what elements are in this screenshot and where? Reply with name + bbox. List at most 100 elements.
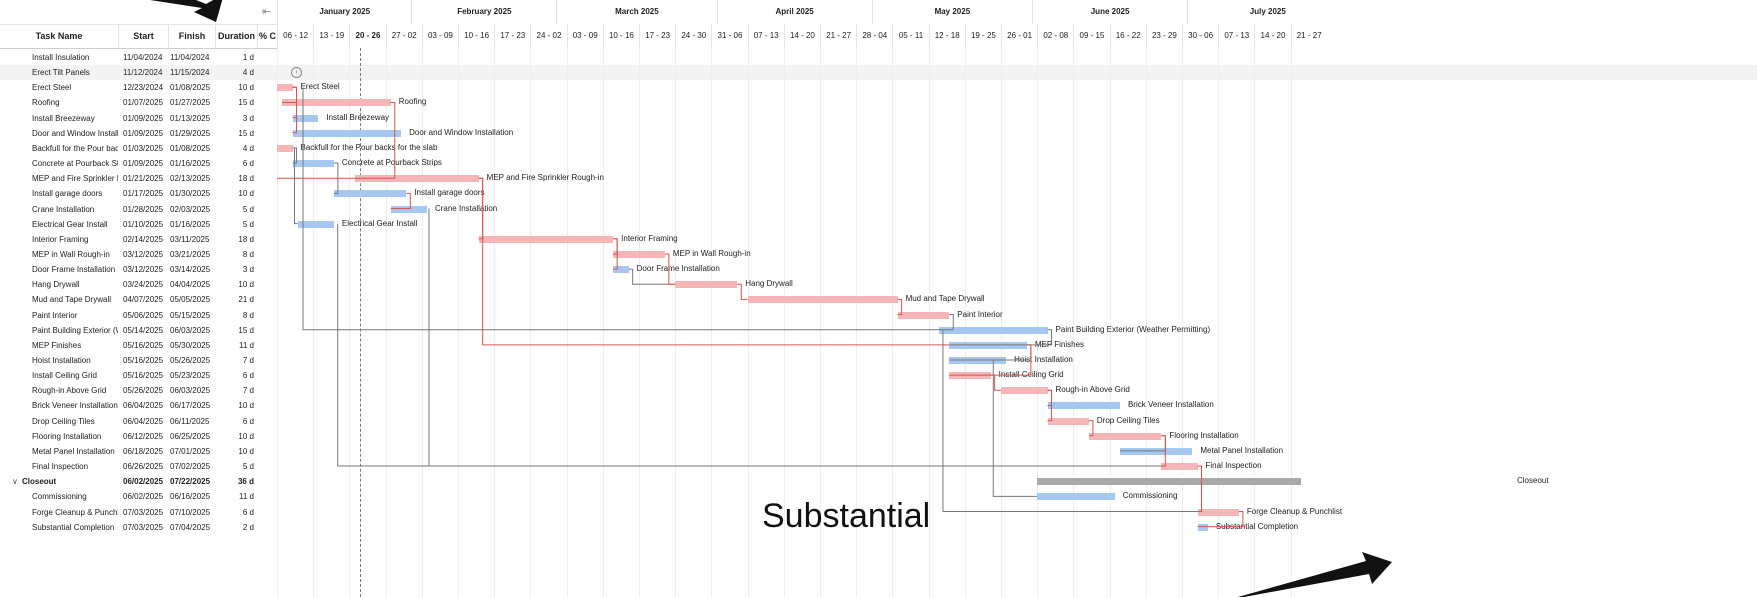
duration-cell: 8 d: [242, 310, 254, 320]
duration-cell: 18 d: [238, 174, 254, 184]
start-cell: 03/24/2025: [123, 280, 164, 290]
task-row[interactable]: MEP Finishes 05/16/2025 05/30/2025 11 d: [0, 338, 277, 353]
column-header-duration[interactable]: Duration: [215, 24, 257, 48]
finish-cell: 06/11/2025: [170, 416, 210, 426]
duration-cell: 6 d: [242, 507, 254, 517]
start-cell: 01/09/2025: [123, 159, 164, 169]
column-header-start[interactable]: Start: [118, 24, 168, 48]
task-name-cell: Interior Framing: [32, 234, 89, 244]
task-row[interactable]: Install Ceiling Grid 05/16/2025 05/23/2025…: [0, 368, 277, 383]
duration-cell: 15 d: [238, 325, 254, 335]
finish-cell: 01/29/2025: [170, 128, 211, 138]
task-row[interactable]: Metal Panel Installation 06/18/2025 07/01/…: [0, 444, 277, 459]
duration-cell: 36 d: [237, 477, 254, 487]
dependency-link: [1047, 389, 1053, 406]
dependency-link: [1088, 420, 1094, 437]
task-row[interactable]: Paint Interior 05/06/2025 05/15/2025 8 d: [0, 308, 277, 323]
task-row[interactable]: Brick Veneer Installation 06/04/2025 06/17…: [0, 398, 277, 413]
duration-cell: 10 d: [238, 189, 254, 199]
task-row[interactable]: Substantial Completion 07/03/2025 07/04/20…: [0, 520, 277, 535]
task-row[interactable]: Hoist Installation 05/16/2025 05/26/2025 7 …: [0, 353, 277, 368]
start-cell: 06/18/2025: [123, 446, 164, 456]
start-cell: 11/12/2024: [123, 68, 163, 78]
start-cell: 01/07/2025: [123, 98, 164, 108]
task-name-cell: Final Inspection: [32, 462, 89, 472]
task-row[interactable]: Forge Cleanup & Punchlis 07/03/2025 07/10/…: [0, 505, 277, 520]
start-cell: 03/12/2025: [123, 249, 164, 259]
start-cell: 05/14/2025: [123, 325, 164, 335]
finish-cell: 11/04/2024: [170, 53, 210, 62]
task-row[interactable]: Interior Framing 02/14/2025 03/11/2025 18 d: [0, 232, 277, 247]
task-name-cell: Flooring Installation: [32, 431, 102, 441]
finish-cell: 05/26/2025: [170, 356, 211, 365]
start-cell: 06/02/2025: [123, 492, 164, 502]
dependency-link: [942, 329, 1198, 512]
column-header-task-name[interactable]: Task Name: [0, 24, 118, 48]
dependency-link: [390, 192, 411, 209]
task-name-cell: Brick Veneer Installation: [32, 401, 118, 411]
dependency-link: [1197, 511, 1244, 528]
task-row[interactable]: Flooring Installation 06/12/2025 06/25/202…: [0, 429, 277, 444]
duration-cell: 4 d: [242, 143, 254, 153]
start-cell: 06/04/2025: [123, 416, 164, 426]
task-row[interactable]: Erect Tilt Panels 11/12/2024 11/15/2024 4 d: [0, 65, 277, 81]
task-row[interactable]: Backfull for the Pour back 01/03/2025 01/0…: [0, 141, 277, 156]
chevron-down-icon[interactable]: ∨: [12, 474, 18, 489]
task-name-cell: Substantial Completion: [32, 522, 115, 532]
duration-cell: 2 d: [242, 522, 254, 532]
task-row[interactable]: MEP in Wall Rough-in 03/12/2025 03/21/2025…: [0, 247, 277, 262]
duration-cell: 8 d: [242, 249, 254, 259]
task-row[interactable]: Commissioning 06/02/2025 06/16/2025 11 d: [0, 489, 277, 504]
group-row[interactable]: ∨ Closeout 06/02/2025 07/22/2025 36 d: [0, 474, 277, 489]
start-cell: 03/12/2025: [123, 265, 164, 275]
task-row[interactable]: Mud and Tape Drywall 04/07/2025 05/05/2025…: [0, 292, 277, 307]
task-row[interactable]: Crane Installation 01/28/2025 02/03/2025 5 …: [0, 202, 277, 217]
task-row[interactable]: Install garage doors 01/17/2025 01/30/2025…: [0, 186, 277, 201]
start-cell: 11/04/2024: [123, 53, 163, 62]
start-cell: 01/09/2025: [123, 128, 164, 138]
task-row[interactable]: Install Breezeway 01/09/2025 01/13/2025 3 d: [0, 111, 277, 126]
grid-header: ⇤ Task Name Start Finish Duration % C: [0, 0, 277, 49]
finish-cell: 05/23/2025: [170, 371, 211, 381]
task-name-cell: Closeout: [22, 477, 57, 487]
start-cell: 05/16/2025: [123, 356, 164, 365]
finish-cell: 01/08/2025: [170, 143, 211, 153]
task-row[interactable]: Install Insulation 11/04/2024 11/04/2024 1 …: [0, 50, 277, 65]
task-row[interactable]: Hang Drywall 03/24/2025 04/04/2025 10 d: [0, 277, 277, 292]
task-row[interactable]: Erect Steel 12/23/2024 01/08/2025 10 d: [0, 80, 277, 95]
finish-cell: 07/10/2025: [170, 507, 211, 517]
task-name-cell: Install garage doors: [32, 189, 103, 199]
finish-cell: 04/04/2025: [170, 280, 211, 290]
column-header-finish[interactable]: Finish: [168, 24, 215, 48]
dependency-link: [613, 238, 618, 255]
task-row[interactable]: Drop Ceiling Tiles 06/04/2025 06/11/2025 6 …: [0, 414, 277, 429]
task-row[interactable]: Paint Building Exterior (W 05/14/2025 06/0…: [0, 323, 277, 338]
duration-cell: 18 d: [238, 234, 254, 244]
start-cell: 01/10/2025: [123, 219, 164, 229]
start-cell: 12/23/2024: [123, 83, 164, 93]
dependency-link: [478, 177, 950, 346]
dependency-link: [1197, 465, 1203, 512]
duration-cell: 7 d: [242, 386, 254, 396]
dependency-link: [478, 177, 484, 240]
task-row[interactable]: Door Frame Installation 03/12/2025 03/14/2…: [0, 262, 277, 277]
task-row[interactable]: MEP and Fire Sprinkler Ro 01/21/2025 02/13…: [0, 171, 277, 186]
task-row[interactable]: Roofing 01/07/2025 01/27/2025 15 d: [0, 95, 277, 110]
duration-cell: 5 d: [242, 219, 254, 229]
duration-cell: 3 d: [242, 113, 254, 123]
task-row[interactable]: Concrete at Pourback Str 01/09/2025 01/16/…: [0, 156, 277, 171]
task-row[interactable]: Rough-in Above Grid 05/26/2025 06/03/2025 7…: [0, 383, 277, 398]
finish-cell: 01/13/2025: [170, 113, 211, 123]
task-row[interactable]: Final Inspection 06/26/2025 07/02/2025 5 d: [0, 459, 277, 474]
task-name-cell: Drop Ceiling Tiles: [32, 416, 95, 426]
start-cell: 01/03/2025: [123, 143, 164, 153]
finish-cell: 02/03/2025: [170, 204, 211, 214]
task-row[interactable]: Electrical Gear Install 01/10/2025 01/16/2…: [0, 217, 277, 232]
dependency-link: [1119, 435, 1166, 452]
column-header-percent-complete[interactable]: % C: [257, 24, 277, 48]
start-cell: 06/02/2025: [123, 477, 164, 487]
collapse-grid-icon[interactable]: ⇤: [262, 5, 271, 18]
finish-cell: 11/15/2024: [170, 68, 210, 78]
task-row[interactable]: Door and Window Installa 01/09/2025 01/29/…: [0, 126, 277, 141]
duration-cell: 6 d: [242, 416, 254, 426]
